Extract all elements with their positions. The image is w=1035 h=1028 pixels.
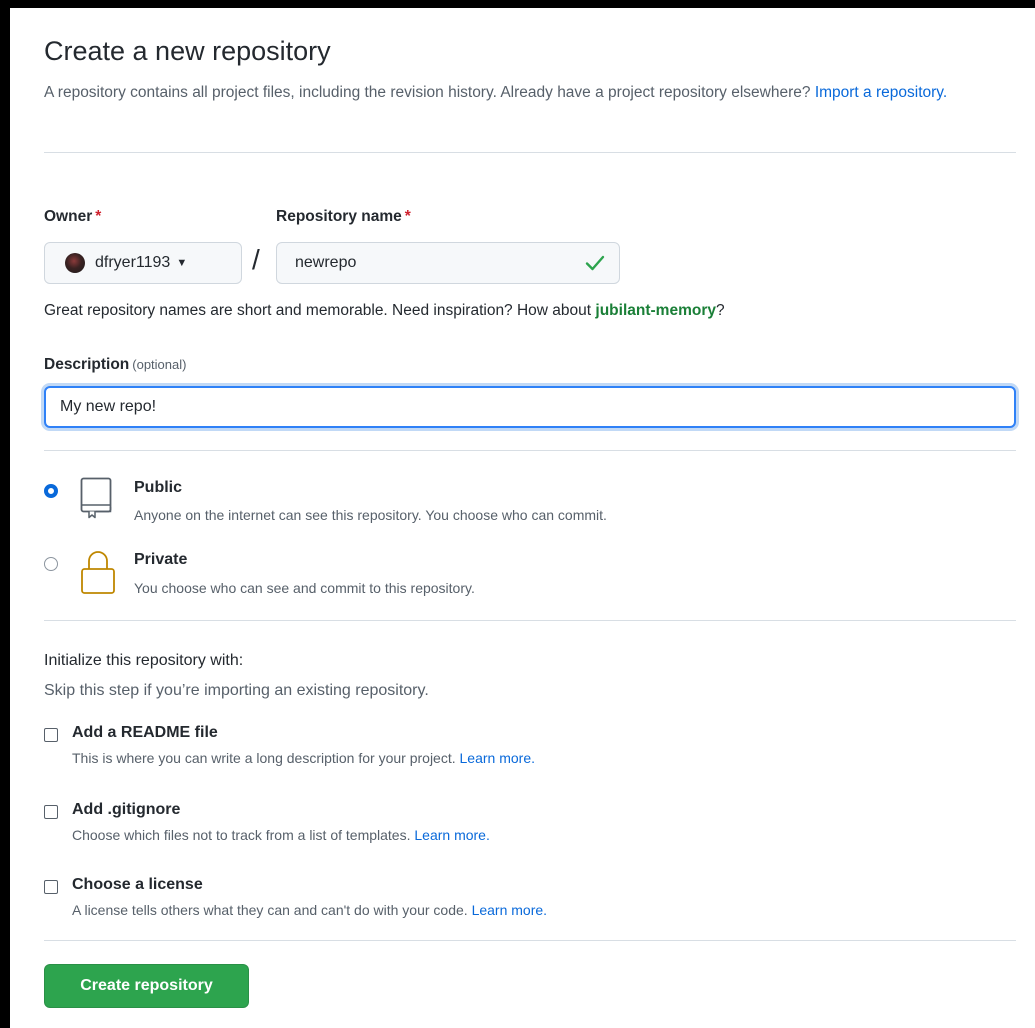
license-checkbox[interactable] [44,880,58,894]
gitignore-desc-text: Choose which files not to track from a l… [72,827,411,843]
repository-name-hint: Great repository names are short and mem… [44,302,725,320]
repository-name-label-text: Repository name [276,208,402,225]
initialize-subtitle: Skip this step if you’re importing an ex… [44,682,429,699]
required-mark: * [404,208,411,225]
gitignore-title: Add .gitignore [72,801,181,818]
readme-title: Add a README file [72,724,218,741]
license-title: Choose a license [72,876,203,893]
divider [44,940,1016,941]
repository-name-input[interactable]: newrepo [276,242,620,284]
hint-text: Great repository names are short and mem… [44,302,592,319]
owner-label-text: Owner [44,208,93,225]
repo-book-icon [80,477,112,519]
hint-suffix: ? [715,302,725,319]
repository-name-value: newrepo [295,254,357,271]
gitignore-description: Choose which files not to track from a l… [72,827,490,843]
license-desc-text: A license tells others what they can and… [72,902,468,918]
required-mark: * [95,208,102,225]
avatar [65,253,85,273]
optional-tag: (optional) [132,357,187,372]
private-radio[interactable] [44,557,58,571]
divider [44,450,1016,451]
check-icon [585,255,605,271]
owner-select[interactable]: dfryer1193 ▼ [44,242,242,284]
gitignore-learn-more-link[interactable]: Learn more. [414,827,489,843]
description-label-text: Description [44,356,130,373]
owner-repo-separator: / [252,244,260,275]
gitignore-checkbox[interactable] [44,805,58,819]
name-suggestion-link[interactable]: jubilant-memory [595,302,716,319]
public-title: Public [134,479,183,496]
divider [44,620,1016,621]
page-title: Create a new repository [44,36,331,66]
public-description: Anyone on the internet can see this repo… [134,507,607,523]
public-radio[interactable] [44,484,58,498]
readme-learn-more-link[interactable]: Learn more. [460,750,535,766]
private-title: Private [134,551,188,568]
page-frame: Create a new repository A repository con… [10,8,1035,1028]
readme-desc-text: This is where you can write a long descr… [72,750,456,766]
owner-label: Owner * [44,208,101,226]
subtitle-text: A repository contains all project files,… [44,84,811,101]
description-label: Description (optional) [44,356,186,374]
page-subtitle: A repository contains all project files,… [44,80,954,105]
owner-value: dfryer1193 [95,254,171,271]
repository-name-label: Repository name * [276,208,411,226]
initialize-title: Initialize this repository with: [44,652,244,669]
license-learn-more-link[interactable]: Learn more. [472,902,547,918]
license-description: A license tells others what they can and… [72,902,547,918]
description-input[interactable] [44,386,1016,428]
private-description: You choose who can see and commit to thi… [134,580,475,596]
create-repository-button[interactable]: Create repository [44,964,249,1008]
import-repository-link[interactable]: Import a repository. [815,84,947,101]
divider [44,152,1016,153]
readme-checkbox[interactable] [44,728,58,742]
lock-icon [81,551,115,594]
caret-down-icon: ▼ [176,257,188,269]
readme-description: This is where you can write a long descr… [72,750,535,766]
